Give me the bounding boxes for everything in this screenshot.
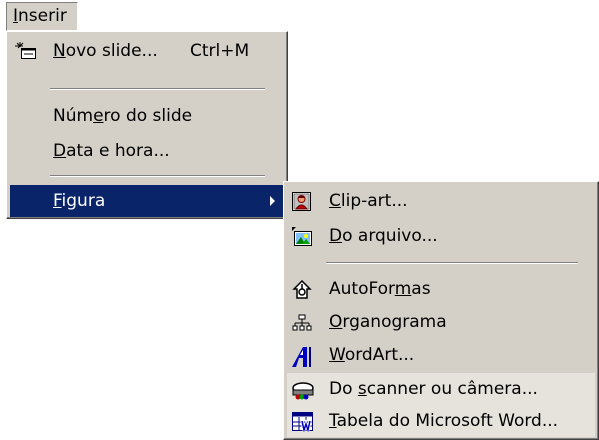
menu-inserir[interactable]: Inserir: [6, 2, 78, 31]
new-slide-icon: [15, 42, 36, 61]
menu-item-label: Número do slide: [53, 106, 193, 126]
menu-item-label: Organograma: [329, 312, 447, 332]
menu-item-autoformas[interactable]: AutoFormas: [287, 273, 595, 305]
menu-item-figura[interactable]: Figura: [10, 185, 284, 217]
menu-item-novo-slide[interactable]: Novo slide... Ctrl+M: [10, 35, 284, 67]
menu-item-label: WordArt...: [329, 345, 415, 365]
menu-item-tabela-do-microsoft-word[interactable]: Tabela do Microsoft Word...: [287, 405, 595, 437]
menu-item-label: Novo slide...: [53, 41, 158, 61]
menu-item-data-e-hora[interactable]: Data e hora...: [10, 135, 284, 167]
menu-separator: [50, 88, 265, 90]
menu-inserir-label: Inserir: [13, 6, 67, 26]
menu-item-shortcut: Ctrl+M: [190, 41, 250, 61]
picture-from-file-icon: [292, 227, 312, 246]
menu-item-organograma[interactable]: Organograma: [287, 306, 595, 338]
org-chart-icon: [292, 313, 312, 332]
menu-separator: [326, 262, 578, 264]
word-table-icon: [292, 412, 313, 432]
menu-item-numero-do-slide[interactable]: Número do slide: [10, 100, 284, 132]
menu-item-do-scanner-ou-camera[interactable]: Do scanner ou câmera...: [287, 373, 595, 405]
menu-item-wordart[interactable]: WordArt...: [287, 339, 595, 371]
menu-item-label: Figura: [53, 191, 106, 211]
menu-item-label: Do scanner ou câmera...: [329, 379, 538, 399]
autoshapes-icon: [292, 280, 312, 299]
menu-separator: [50, 175, 265, 177]
menu-item-label: Clip-art...: [329, 191, 408, 211]
menu-item-label: Do arquivo...: [329, 226, 438, 246]
menu-item-clip-art[interactable]: Clip-art...: [287, 185, 595, 217]
figura-submenu: Clip-art... Do arquivo... AutoFormas Org…: [283, 181, 599, 440]
inserir-dropdown: Novo slide... Ctrl+M Número do slide Dat…: [6, 31, 288, 219]
clip-art-icon: [292, 192, 312, 211]
menu-item-label: Tabela do Microsoft Word...: [329, 411, 559, 431]
wordart-icon: [292, 346, 312, 367]
menu-item-label: Data e hora...: [53, 141, 170, 161]
menu-item-label: AutoFormas: [329, 279, 431, 299]
menu-item-do-arquivo[interactable]: Do arquivo...: [287, 220, 595, 252]
submenu-arrow-icon: [270, 196, 275, 206]
scanner-camera-icon: [292, 380, 314, 400]
